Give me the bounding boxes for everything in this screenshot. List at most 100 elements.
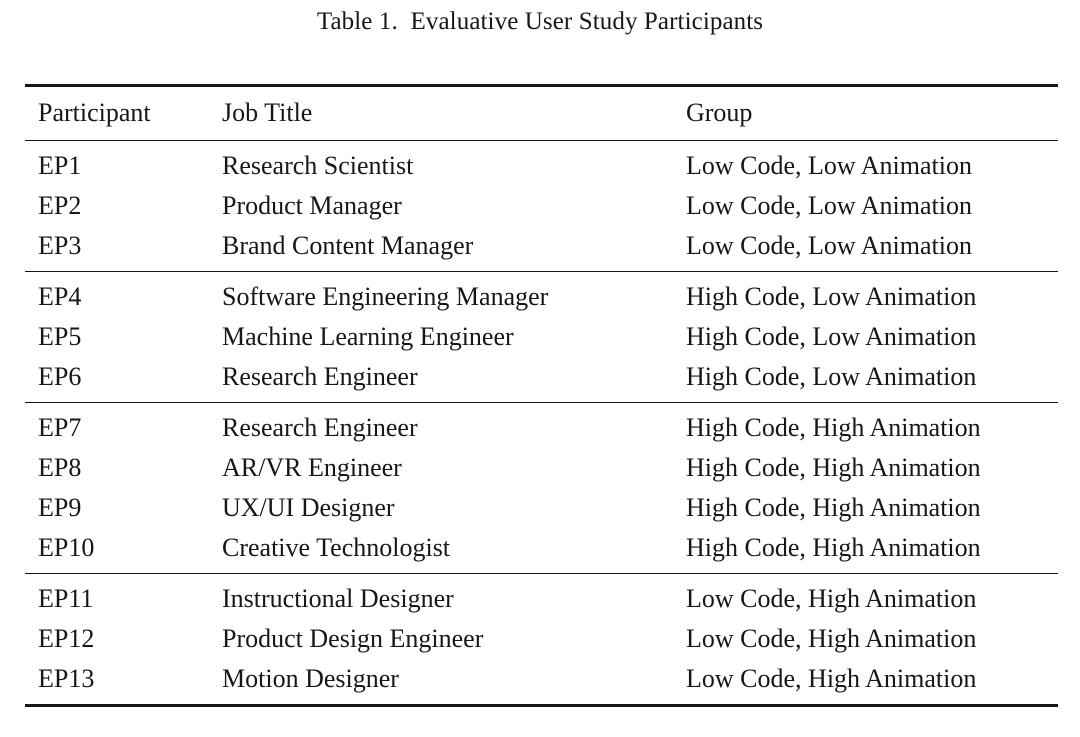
table-row: EP10 Creative Technologist High Code, High… bbox=[25, 528, 1058, 574]
cell-group: High Code, High Animation bbox=[673, 488, 1058, 528]
cell-group: High Code, High Animation bbox=[673, 448, 1058, 488]
cell-group: High Code, High Animation bbox=[673, 528, 1058, 574]
header-row: Participant Job Title Group bbox=[25, 84, 1058, 141]
cell-job-title: Motion Designer bbox=[209, 659, 673, 707]
cell-participant: EP4 bbox=[25, 271, 209, 317]
cell-job-title-text: Motion Designer bbox=[222, 664, 399, 693]
table-row: EP3 Brand Content Manager Low Code, Low An… bbox=[25, 226, 1058, 272]
cell-participant-text: EP13 bbox=[38, 664, 95, 693]
cell-participant-text: EP10 bbox=[38, 533, 95, 562]
cell-job-title-text: AR/VR Engineer bbox=[222, 453, 402, 482]
table-row: EP5 Machine Learning Engineer High Code, L… bbox=[25, 317, 1058, 357]
cell-group-text: High Code, High Animation bbox=[686, 533, 981, 562]
cell-group-text: High Code, High Animation bbox=[686, 413, 981, 442]
table-body: EP1 Research Scientist Low Code, Low Anima… bbox=[25, 141, 1058, 707]
cell-participant-text: EP9 bbox=[38, 493, 82, 522]
cell-group: Low Code, High Animation bbox=[673, 573, 1058, 619]
cell-job-title-text: UX/UI Designer bbox=[222, 493, 395, 522]
cell-participant-text: EP8 bbox=[38, 453, 82, 482]
cell-job-title: Creative Technologist bbox=[209, 528, 673, 574]
cell-job-title: Instructional Designer bbox=[209, 573, 673, 619]
cell-participant-text: EP1 bbox=[38, 151, 82, 180]
cell-group: High Code, Low Animation bbox=[673, 357, 1058, 403]
cell-group-text: Low Code, Low Animation bbox=[686, 151, 972, 180]
cell-participant-text: EP12 bbox=[38, 624, 95, 653]
cell-group: Low Code, Low Animation bbox=[673, 186, 1058, 226]
cell-group-text: Low Code, High Animation bbox=[686, 664, 977, 693]
table-row: EP4 Software Engineering Manager High Code… bbox=[25, 271, 1058, 317]
cell-job-title-text: Software Engineering Manager bbox=[222, 282, 549, 311]
table-row: EP2 Product Manager Low Code, Low Animatio… bbox=[25, 186, 1058, 226]
cell-participant: EP8 bbox=[25, 448, 209, 488]
cell-participant: EP3 bbox=[25, 226, 209, 272]
cell-group-text: High Code, High Animation bbox=[686, 493, 981, 522]
cell-group-text: Low Code, High Animation bbox=[686, 584, 977, 613]
table-caption: Table 1. Evaluative User Study Participa… bbox=[316, 8, 764, 35]
cell-participant: EP10 bbox=[25, 528, 209, 574]
cell-group-text: Low Code, High Animation bbox=[686, 624, 977, 653]
cell-job-title-text: Creative Technologist bbox=[222, 533, 451, 562]
cell-participant-text: EP7 bbox=[38, 413, 82, 442]
cell-participant-text: EP6 bbox=[38, 362, 82, 391]
cell-job-title: AR/VR Engineer bbox=[209, 448, 673, 488]
table-row: EP8 AR/VR Engineer High Code, High Animati… bbox=[25, 448, 1058, 488]
table-row: EP7 Research Engineer High Code, High Anim… bbox=[25, 402, 1058, 448]
cell-group-text: High Code, Low Animation bbox=[686, 362, 977, 391]
cell-participant-text: EP3 bbox=[38, 231, 82, 260]
cell-job-title: Research Engineer bbox=[209, 357, 673, 403]
cell-job-title-text: Instructional Designer bbox=[222, 584, 454, 613]
cell-group-text: High Code, High Animation bbox=[686, 453, 981, 482]
cell-participant: EP12 bbox=[25, 619, 209, 659]
cell-group: High Code, Low Animation bbox=[673, 317, 1058, 357]
cell-participant-text: EP2 bbox=[38, 191, 82, 220]
cell-job-title: UX/UI Designer bbox=[209, 488, 673, 528]
cell-participant: EP2 bbox=[25, 186, 209, 226]
cell-job-title-text: Machine Learning Engineer bbox=[222, 322, 514, 351]
column-header-job-title: Job Title bbox=[209, 84, 673, 141]
cell-job-title: Research Engineer bbox=[209, 402, 673, 448]
cell-participant: EP1 bbox=[25, 141, 209, 187]
cell-group: Low Code, High Animation bbox=[673, 659, 1058, 707]
table-row: EP1 Research Scientist Low Code, Low Anima… bbox=[25, 141, 1058, 187]
column-header-group: Group bbox=[673, 84, 1058, 141]
cell-group-text: Low Code, Low Animation bbox=[686, 191, 972, 220]
cell-group: High Code, Low Animation bbox=[673, 271, 1058, 317]
cell-group: Low Code, Low Animation bbox=[673, 226, 1058, 272]
table-row: EP11 Instructional Designer Low Code, High… bbox=[25, 573, 1058, 619]
cell-job-title: Product Manager bbox=[209, 186, 673, 226]
cell-job-title-text: Brand Content Manager bbox=[222, 231, 474, 260]
table-header: Participant Job Title Group bbox=[25, 84, 1058, 141]
cell-group: Low Code, Low Animation bbox=[673, 141, 1058, 187]
cell-job-title-text: Research Engineer bbox=[222, 362, 418, 391]
table-figure: Table 1. Evaluative User Study Participa… bbox=[0, 0, 1080, 737]
cell-group: Low Code, High Animation bbox=[673, 619, 1058, 659]
cell-participant: EP7 bbox=[25, 402, 209, 448]
cell-job-title: Brand Content Manager bbox=[209, 226, 673, 272]
table-row: EP12 Product Design Engineer Low Code, Hig… bbox=[25, 619, 1058, 659]
table-row: EP6 Research Engineer High Code, Low Anima… bbox=[25, 357, 1058, 403]
cell-job-title-text: Product Manager bbox=[222, 191, 402, 220]
cell-group: High Code, High Animation bbox=[673, 402, 1058, 448]
table-row: EP13 Motion Designer Low Code, High Animat… bbox=[25, 659, 1058, 707]
cell-job-title-text: Research Scientist bbox=[222, 151, 414, 180]
cell-job-title-text: Product Design Engineer bbox=[222, 624, 484, 653]
cell-group-text: High Code, Low Animation bbox=[686, 282, 977, 311]
cell-job-title-text: Research Engineer bbox=[222, 413, 418, 442]
cell-job-title: Research Scientist bbox=[209, 141, 673, 187]
participants-table: Participant Job Title Group EP1 Research … bbox=[25, 84, 1058, 707]
cell-job-title: Machine Learning Engineer bbox=[209, 317, 673, 357]
cell-participant: EP5 bbox=[25, 317, 209, 357]
table-row: EP9 UX/UI Designer High Code, High Animati… bbox=[25, 488, 1058, 528]
table-container: Participant Job Title Group EP1 Research … bbox=[25, 84, 1058, 707]
cell-participant: EP6 bbox=[25, 357, 209, 403]
cell-job-title: Product Design Engineer bbox=[209, 619, 673, 659]
cell-participant: EP9 bbox=[25, 488, 209, 528]
cell-participant-text: EP11 bbox=[38, 584, 94, 613]
cell-group-text: Low Code, Low Animation bbox=[686, 231, 972, 260]
cell-participant: EP13 bbox=[25, 659, 209, 707]
cell-job-title: Software Engineering Manager bbox=[209, 271, 673, 317]
cell-participant: EP11 bbox=[25, 573, 209, 619]
cell-group-text: High Code, Low Animation bbox=[686, 322, 977, 351]
cell-participant-text: EP5 bbox=[38, 322, 82, 351]
column-header-participant: Participant bbox=[25, 84, 209, 141]
